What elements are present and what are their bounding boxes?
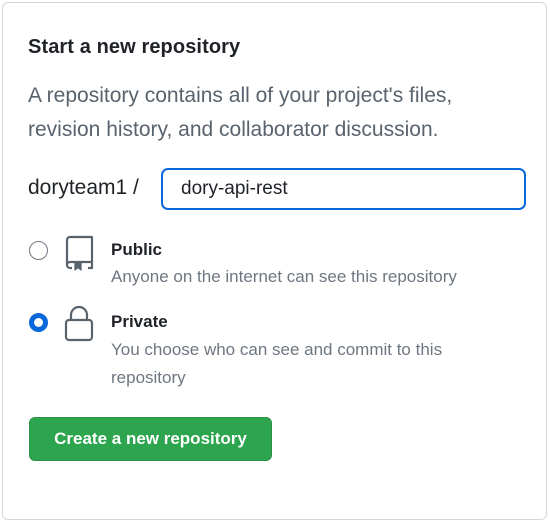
private-radio[interactable]: [29, 313, 48, 332]
card-description: A repository contains all of your projec…: [28, 84, 453, 141]
public-radio[interactable]: [29, 241, 48, 260]
card-title: Start a new repository: [28, 36, 241, 58]
repository-name-input[interactable]: [161, 168, 526, 210]
public-hint: Anyone on the internet can see this repo…: [111, 267, 457, 286]
repo-icon: [65, 235, 94, 271]
private-label: Private: [111, 312, 168, 331]
create-repository-button[interactable]: Create a new repository: [29, 417, 272, 461]
new-repository-card: Start a new repository A repository cont…: [2, 2, 547, 520]
lock-icon: [64, 305, 94, 342]
owner-label: doryteam1 /: [28, 176, 139, 199]
public-label: Public: [111, 240, 163, 259]
private-hint: You choose who can see and commit to thi…: [111, 340, 443, 387]
